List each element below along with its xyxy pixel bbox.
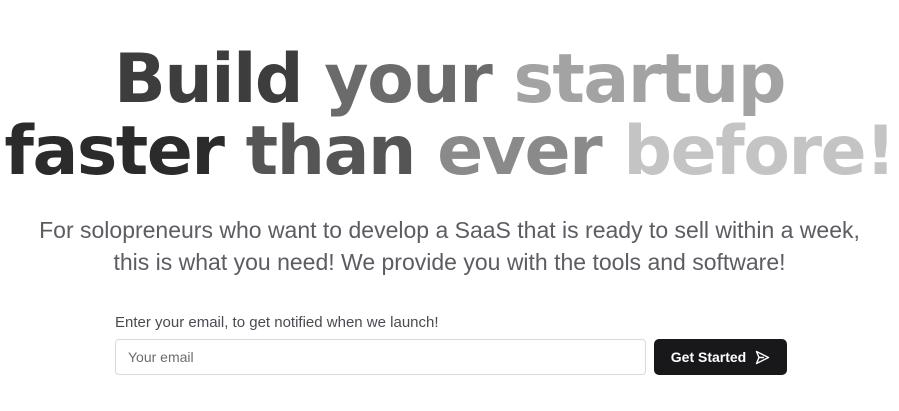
headline-word: startup (513, 40, 786, 119)
get-started-button[interactable]: Get Started (654, 339, 787, 375)
send-arrow-icon (755, 350, 770, 365)
email-field-label: Enter your email, to get notified when w… (115, 314, 439, 331)
headline-word: ever (437, 112, 603, 191)
headline-word: faster (4, 112, 225, 191)
headline-word: Build (114, 40, 304, 119)
hero-headline: Build your startup faster than ever befo… (0, 44, 899, 188)
email-signup-form: Enter your email, to get notified when w… (115, 312, 787, 376)
get-started-label: Get Started (670, 349, 747, 365)
hero-subtitle: For solopreneurs who want to develop a S… (39, 217, 860, 275)
email-field[interactable] (115, 339, 646, 375)
headline-line-2: faster than ever before! (0, 116, 899, 188)
headline-line-1: Build your startup (0, 44, 899, 116)
headline-word: before! (623, 112, 896, 191)
headline-word: than (245, 112, 417, 191)
hero-section: Build your startup faster than ever befo… (0, 0, 899, 411)
headline-word: your (324, 40, 493, 119)
